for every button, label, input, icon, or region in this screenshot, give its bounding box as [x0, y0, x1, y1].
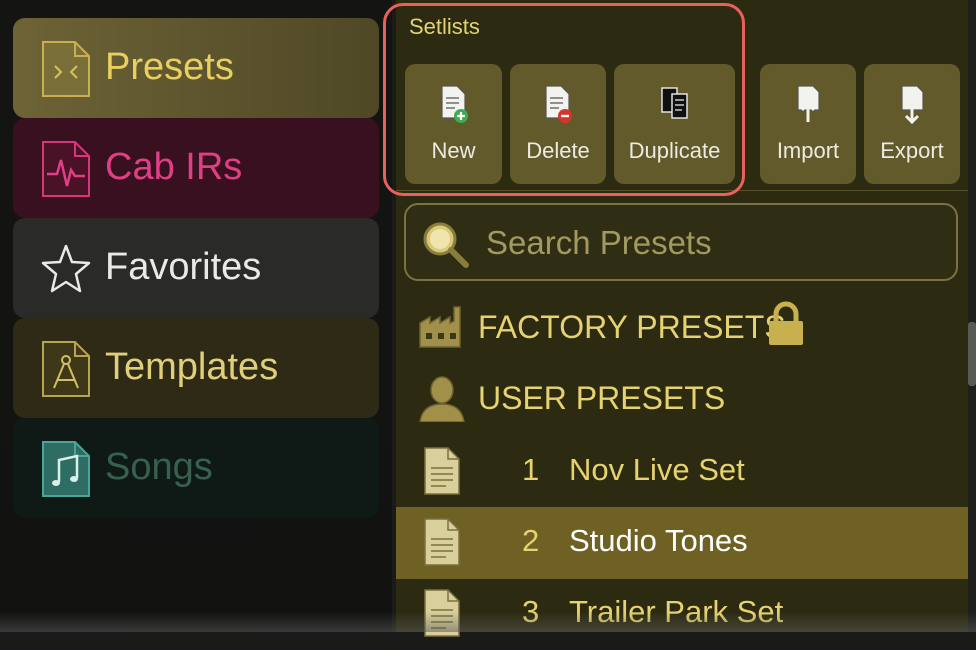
- lock-icon: [769, 301, 803, 345]
- factory-icon: [419, 306, 461, 348]
- document-icon: [424, 589, 460, 637]
- import-button[interactable]: Import: [760, 64, 856, 184]
- sidebar-item-cab-irs[interactable]: Cab IRs: [13, 118, 379, 218]
- templates-icon: [42, 341, 90, 397]
- sidebar-item-presets[interactable]: Presets: [13, 18, 379, 118]
- export-button-label: Export: [880, 138, 944, 163]
- sidebar-item-label: Songs: [105, 446, 213, 488]
- group-label: USER PRESETS: [478, 380, 726, 416]
- group-label: FACTORY PRESETS: [478, 309, 786, 345]
- sidebar-item-templates[interactable]: Templates: [13, 318, 379, 418]
- import-icon: [797, 85, 820, 122]
- document-icon: [424, 447, 460, 495]
- new-button-label: New: [431, 138, 476, 163]
- delete-document-icon: [545, 85, 572, 123]
- sidebar-item-label: Presets: [105, 46, 234, 88]
- panel-edge: [968, 0, 976, 632]
- sidebar-item-label: Favorites: [105, 246, 262, 288]
- user-icon: [419, 376, 465, 422]
- star-icon: [41, 244, 91, 293]
- setlist-number: 2: [522, 523, 540, 558]
- new-button[interactable]: New: [405, 64, 502, 184]
- setlist-row[interactable]: 1 Nov Live Set: [396, 436, 968, 508]
- setlist-row-selected[interactable]: 2 Studio Tones: [396, 507, 968, 579]
- presets-icon: [42, 41, 90, 97]
- delete-button-label: Delete: [526, 138, 590, 163]
- search-box[interactable]: [404, 203, 958, 281]
- setlist-number: 1: [522, 452, 540, 487]
- export-icon: [901, 85, 924, 124]
- toolbar-divider: [396, 190, 968, 191]
- sidebar: Presets Cab IRs Favorites Templates Song…: [0, 0, 392, 632]
- group-factory-presets[interactable]: FACTORY PRESETS: [410, 297, 960, 357]
- setlist-name: Trailer Park Set: [569, 594, 784, 629]
- sidebar-item-label: Cab IRs: [105, 146, 243, 188]
- document-icon: [424, 518, 460, 566]
- setlist-row[interactable]: 3 Trailer Park Set: [396, 578, 968, 650]
- delete-button[interactable]: Delete: [510, 64, 606, 184]
- sidebar-item-favorites[interactable]: Favorites: [13, 218, 379, 318]
- new-document-icon: [440, 85, 468, 123]
- export-button[interactable]: Export: [864, 64, 960, 184]
- search-icon: [423, 222, 469, 268]
- sidebar-item-songs[interactable]: Songs: [13, 418, 379, 518]
- section-title: Setlists: [409, 14, 480, 39]
- sidebar-item-label: Templates: [105, 346, 279, 388]
- group-user-presets[interactable]: USER PRESETS: [410, 368, 960, 428]
- cab-ir-icon: [42, 141, 90, 197]
- music-note-icon: [42, 441, 90, 497]
- setlist-name: Studio Tones: [569, 523, 748, 558]
- setlist-name: Nov Live Set: [569, 452, 745, 487]
- import-button-label: Import: [776, 138, 840, 163]
- setlist-number: 3: [522, 594, 540, 629]
- duplicate-icon: [660, 87, 688, 119]
- duplicate-button-label: Duplicate: [628, 138, 721, 163]
- search-input[interactable]: [484, 217, 928, 269]
- scrollbar-thumb[interactable]: [968, 322, 976, 386]
- duplicate-button[interactable]: Duplicate: [614, 64, 735, 184]
